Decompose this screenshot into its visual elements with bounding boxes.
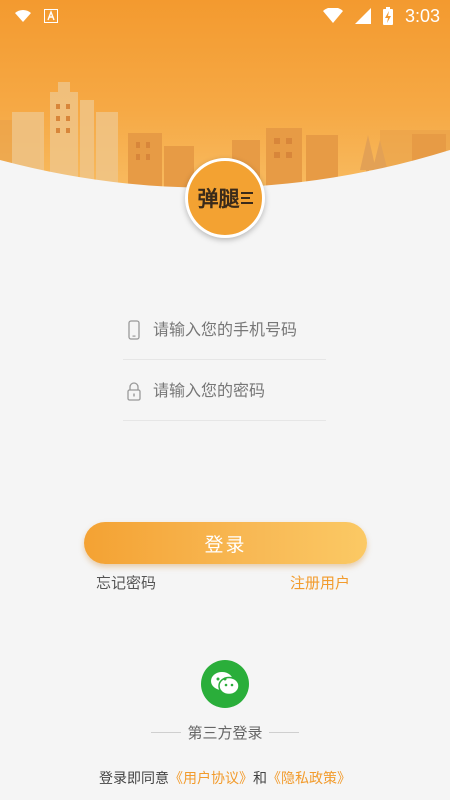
phone-field [123, 300, 326, 360]
privacy-policy-link[interactable]: 《隐私政策》 [267, 771, 351, 787]
user-agreement-link[interactable]: 《用户协议》 [169, 771, 253, 787]
logo-speed-lines [240, 192, 253, 204]
password-input[interactable] [153, 381, 323, 400]
third-party-login-divider: 第三方登录 [150, 722, 300, 742]
lock-icon [127, 381, 141, 401]
agreement-text: 登录即同意《用户协议》和《隐私政策》 [0, 768, 450, 788]
logo-text: 弹腿 [197, 187, 240, 211]
login-button[interactable]: 登录 [84, 522, 367, 564]
status-bar: 3:03 [0, 0, 450, 32]
phone-input[interactable] [153, 320, 323, 339]
phone-icon [128, 319, 140, 340]
wechat-login-button[interactable] [201, 660, 249, 708]
third-party-login-label: 第三方登录 [187, 723, 263, 742]
wifi-icon [15, 9, 31, 22]
status-time: 3:03 [404, 5, 440, 26]
divider-line-left [151, 731, 182, 733]
agreement-prefix: 登录即同意 [99, 771, 169, 787]
password-field [123, 361, 326, 421]
app-logo: 弹腿 [185, 158, 265, 238]
divider-line-right [268, 731, 299, 733]
forgot-password-link[interactable]: 忘记密码 [96, 572, 156, 593]
register-link[interactable]: 注册用户 [290, 572, 350, 593]
cell-signal-icon [354, 8, 371, 24]
wechat-icon [211, 672, 240, 696]
app-notification-icon [44, 9, 58, 23]
agreement-and: 和 [253, 771, 267, 787]
battery-charging-icon [382, 7, 393, 25]
signal-icon [322, 8, 343, 23]
